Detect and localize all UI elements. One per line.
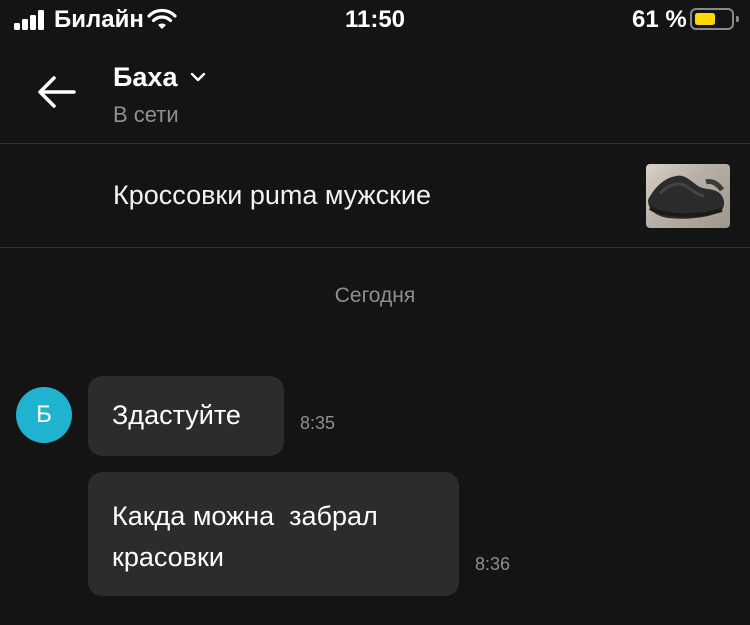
chat-screen: Билайн 11:50 61 % Баха В сети Кроссовки … [0, 0, 750, 625]
battery-level [695, 13, 715, 25]
divider [0, 247, 750, 248]
message-time: 8:36 [475, 554, 511, 574]
message-bubble[interactable]: Какда можна забрал красовки [88, 472, 459, 596]
product-bar[interactable]: Кроссовки puma мужские [0, 144, 750, 247]
chevron-down-icon[interactable] [190, 69, 206, 85]
message-text-line: Какда можна забрал [112, 501, 378, 531]
sneakers-photo [648, 175, 725, 219]
arrow-left-icon[interactable] [30, 70, 80, 114]
message-text-line: красовки [112, 542, 224, 572]
date-separator: Сегодня [334, 284, 416, 307]
contact-name[interactable]: Баха [113, 62, 177, 93]
product-thumbnail[interactable] [646, 164, 730, 228]
product-title[interactable]: Кроссовки puma мужские [113, 180, 431, 211]
battery-icon [690, 8, 739, 30]
contact-status: В сети [113, 102, 179, 127]
message-text: Здастуйте [112, 400, 241, 430]
avatar[interactable]: Б [16, 387, 72, 443]
message-bubble[interactable]: Здастуйте [88, 376, 284, 456]
status-bar: Билайн 11:50 61 % [0, 0, 750, 44]
message-time: 8:35 [300, 413, 336, 433]
battery-percent: 61 % [632, 6, 687, 33]
chat-header: Баха В сети [0, 44, 750, 143]
